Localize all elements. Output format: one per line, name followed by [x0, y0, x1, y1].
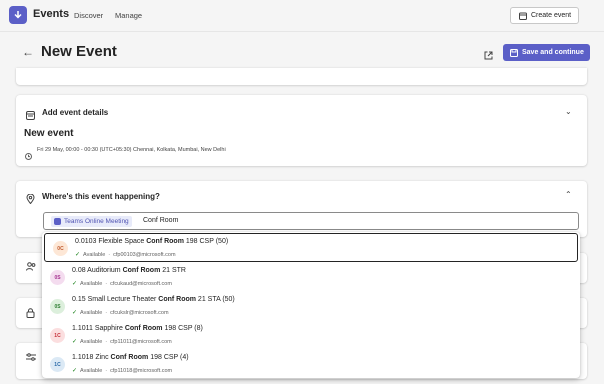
room-option[interactable]: 1C 1.1011 Sapphire Conf Room 198 CSP (8)… [42, 321, 580, 350]
room-avatar: 0S [50, 299, 65, 314]
clock-icon [25, 147, 32, 165]
people-icon [26, 262, 36, 273]
room-name: 0.08 Auditorium Conf Room 21 STR [72, 267, 186, 274]
popout-icon[interactable] [484, 47, 493, 65]
room-name: 1.1011 Sapphire Conf Room 198 CSP (8) [72, 325, 203, 332]
save-icon [510, 48, 518, 57]
chevron-up-icon[interactable]: ⌃ [565, 190, 572, 199]
save-label: Save and continue [522, 49, 584, 56]
room-status: ✓ Available · cfp11011@microsoft.com [72, 338, 172, 346]
calendar-add-icon [519, 12, 527, 20]
sliders-icon [26, 353, 36, 363]
search-query-text: Conf Room [143, 217, 179, 224]
room-option[interactable]: 0S 0.15 Small Lecture Theater Conf Room … [42, 292, 580, 321]
room-name: 1.1018 Zinc Conf Room 198 CSP (4) [72, 354, 189, 361]
room-option[interactable]: 0S 0.08 Auditorium Conf Room 21 STR ✓ Ava… [42, 263, 580, 292]
app-name: Events [33, 8, 70, 20]
room-avatar: 0S [50, 270, 65, 285]
room-avatar: 0C [53, 241, 68, 256]
chip-label: Teams Online Meeting [64, 218, 129, 225]
top-bar: Events Discover Manage Create event [0, 0, 604, 32]
previous-section-card [16, 68, 587, 85]
create-event-label: Create event [531, 12, 572, 19]
lock-icon [26, 308, 35, 320]
events-app-icon[interactable] [9, 6, 27, 24]
event-date-text: Fri 29 May, 00:00 - 00:30 (UTC+05:30) Ch… [37, 147, 226, 153]
event-details-card [16, 95, 587, 166]
location-pin-icon [26, 191, 35, 209]
room-status: ✓ Available · cfp11018@microsoft.com [72, 367, 173, 375]
event-name: New event [24, 128, 74, 139]
room-option[interactable]: 0C 0.0103 Flexible Space Conf Room 198 C… [44, 233, 578, 262]
room-status: ✓ Available · cfp00103@microsoft.com [75, 251, 176, 259]
location-search-input[interactable]: Teams Online Meeting Conf Room [43, 212, 579, 230]
room-name: 0.15 Small Lecture Theater Conf Room 21 … [72, 296, 235, 303]
room-status: ✓ Available · cfcukaud@microsoft.com [72, 280, 172, 288]
nav-manage[interactable]: Manage [115, 11, 142, 20]
available-check-icon: ✓ [72, 368, 78, 374]
create-event-button[interactable]: Create event [510, 7, 579, 24]
room-suggestions-dropdown: 0C 0.0103 Flexible Space Conf Room 198 C… [42, 232, 580, 378]
room-avatar: 1C [50, 357, 65, 372]
nav-discover[interactable]: Discover [74, 11, 103, 20]
page-title: New Event [41, 43, 117, 60]
details-icon [26, 107, 35, 125]
chevron-down-icon[interactable]: ⌄ [565, 107, 572, 116]
available-check-icon: ✓ [75, 252, 81, 258]
teams-icon [54, 218, 61, 225]
available-check-icon: ✓ [72, 310, 78, 316]
details-card-title: Add event details [42, 108, 109, 117]
room-name: 0.0103 Flexible Space Conf Room 198 CSP … [75, 238, 229, 245]
location-card-title: Where's this event happening? [42, 192, 160, 201]
room-avatar: 1C [50, 328, 65, 343]
available-check-icon: ✓ [72, 339, 78, 345]
room-option[interactable]: 1C 1.1018 Zinc Conf Room 198 CSP (4) ✓ Av… [42, 350, 580, 378]
save-and-continue-button[interactable]: Save and continue [503, 44, 590, 61]
available-check-icon: ✓ [72, 281, 78, 287]
room-status: ✓ Available · cfcukslr@microsoft.com [72, 309, 169, 317]
teams-meeting-chip[interactable]: Teams Online Meeting [51, 216, 132, 227]
back-arrow-icon[interactable]: ← [22, 45, 34, 59]
